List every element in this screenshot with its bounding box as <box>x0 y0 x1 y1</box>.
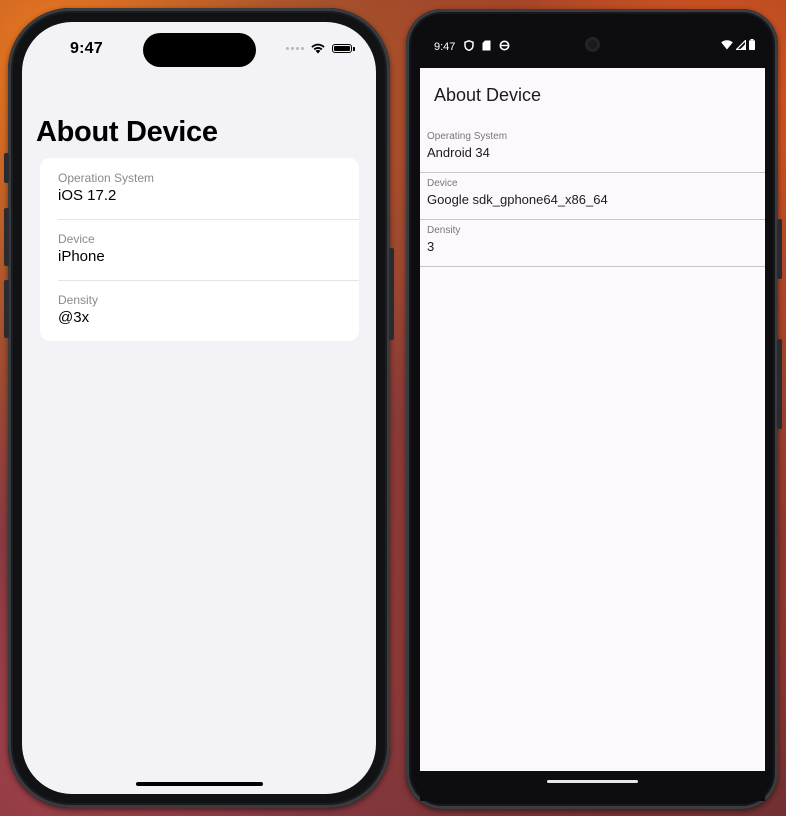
row-value: iOS 17.2 <box>58 187 117 204</box>
shield-icon <box>464 40 474 51</box>
iphone-volume-up-button <box>4 208 9 266</box>
android-notification-icons <box>464 40 510 51</box>
ios-status-time: 9:47 <box>70 40 103 57</box>
list-item[interactable]: Operating System Android 34 <box>420 126 765 173</box>
row-label: Operating System <box>427 131 508 142</box>
row-value: @3x <box>58 309 90 326</box>
row-value: Google sdk_gphone64_x86_64 <box>427 192 608 207</box>
dynamic-island <box>143 33 256 67</box>
iphone-volume-down-button <box>4 280 9 338</box>
sd-card-icon <box>482 40 491 51</box>
android-status-time: 9:47 <box>434 41 456 53</box>
home-indicator[interactable] <box>136 782 263 786</box>
iphone-action-button <box>4 153 9 183</box>
page-title: About Device <box>36 116 218 148</box>
battery-icon <box>332 43 355 53</box>
front-camera <box>585 37 600 52</box>
android-nav-bar <box>420 771 765 801</box>
cell-signal-icon <box>736 39 746 50</box>
battery-icon <box>749 39 755 50</box>
row-label: Device <box>58 232 95 246</box>
iphone-side-button <box>389 248 394 340</box>
row-value: iPhone <box>58 248 105 265</box>
sync-icon <box>499 40 510 51</box>
android-power-button <box>777 219 782 279</box>
android-volume-button <box>777 339 782 429</box>
list-item[interactable]: Device Google sdk_gphone64_x86_64 <box>420 173 765 220</box>
list-item[interactable]: Device iPhone <box>40 219 359 280</box>
android-system-icons <box>721 39 755 50</box>
iphone-device: 9:47 About Device Operation System iOS 1… <box>4 8 394 808</box>
row-label: Density <box>58 293 99 307</box>
ios-screen: 9:47 About Device Operation System iOS 1… <box>22 22 376 794</box>
device-info-list: Operating System Android 34 Device Googl… <box>420 126 765 267</box>
device-info-card: Operation System iOS 17.2 Device iPhone … <box>40 158 359 341</box>
row-label: Density <box>427 225 461 236</box>
android-status-bar: 9:47 <box>420 33 765 67</box>
ios-status-icons <box>286 42 355 54</box>
row-label: Operation System <box>58 171 155 185</box>
gesture-handle[interactable] <box>547 780 638 783</box>
signal-dots-icon <box>286 46 304 50</box>
android-screen: About Device Operating System Android 34… <box>420 68 765 771</box>
list-item[interactable]: Density 3 <box>420 220 765 267</box>
list-item[interactable]: Density @3x <box>40 280 359 341</box>
android-device: 9:47 About Device Operating System Andro… <box>406 9 782 809</box>
wifi-icon <box>311 43 325 54</box>
list-item[interactable]: Operation System iOS 17.2 <box>40 158 359 219</box>
row-label: Device <box>427 178 458 189</box>
row-value: Android 34 <box>427 145 490 160</box>
row-value: 3 <box>427 239 435 254</box>
page-title: About Device <box>434 85 542 105</box>
wifi-icon <box>721 39 733 49</box>
